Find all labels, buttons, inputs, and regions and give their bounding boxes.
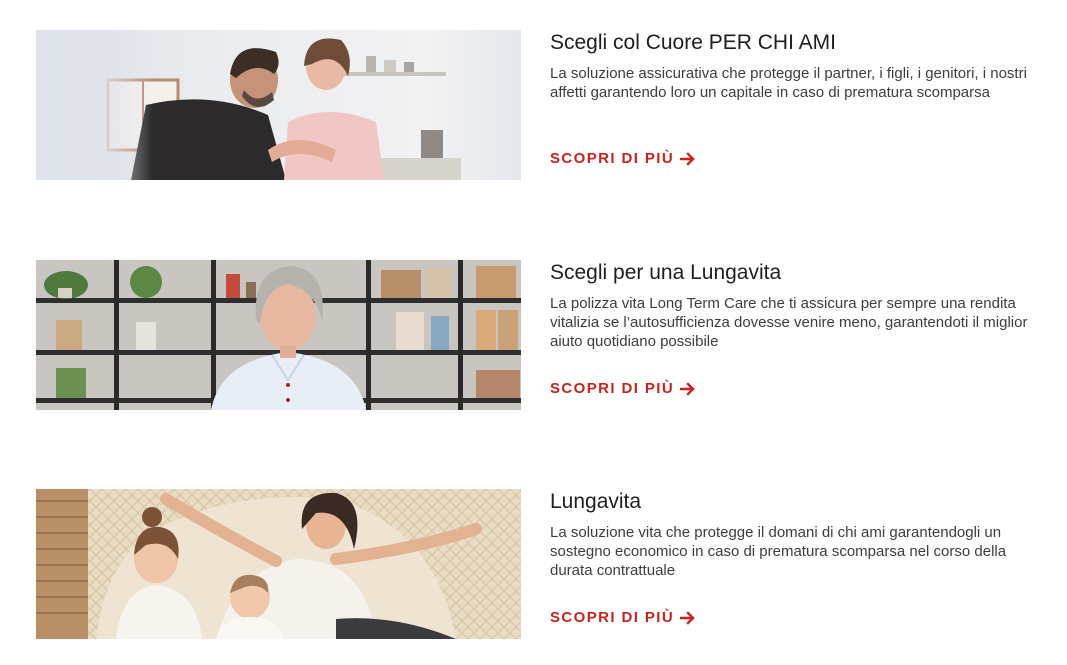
cta-label: SCOPRI DI PIÙ <box>550 150 675 167</box>
product-card-cuore: Scegli col Cuore PER CHI AMI La soluzion… <box>36 30 1046 180</box>
scopri-di-piu-link[interactable]: SCOPRI DI PIÙ <box>550 150 695 167</box>
cta-label: SCOPRI DI PIÙ <box>550 380 675 397</box>
arrow-right-icon <box>679 151 695 166</box>
card-text: Scegli col Cuore PER CHI AMI La soluzion… <box>550 30 1042 102</box>
card-text: Lungavita La soluzione vita che protegge… <box>550 489 1042 580</box>
arrow-right-icon <box>679 381 695 396</box>
scopri-di-piu-link[interactable]: SCOPRI DI PIÙ <box>550 380 695 397</box>
product-card-lungavita: Lungavita La soluzione vita che protegge… <box>36 489 1046 639</box>
cta-label: SCOPRI DI PIÙ <box>550 609 675 626</box>
product-list: Scegli col Cuore PER CHI AMI La soluzion… <box>0 0 1067 665</box>
product-card-lungavita-ltc: Scegli per una Lungavita La polizza vita… <box>36 260 1046 410</box>
card-title: Scegli col Cuore PER CHI AMI <box>550 31 836 54</box>
card-description: La polizza vita Long Term Care che ti as… <box>550 295 1028 350</box>
arrow-right-icon <box>679 610 695 625</box>
card-description: La soluzione vita che protegge il domani… <box>550 524 1007 579</box>
card-title: Scegli per una Lungavita <box>550 261 782 284</box>
card-text: Scegli per una Lungavita La polizza vita… <box>550 260 1042 351</box>
scopri-di-piu-link[interactable]: SCOPRI DI PIÙ <box>550 609 695 626</box>
senior-woman-photo[interactable] <box>36 260 521 410</box>
couple-kitchen-photo[interactable] <box>36 30 521 180</box>
mother-children-photo[interactable] <box>36 489 521 639</box>
card-description: La soluzione assicurativa che protegge i… <box>550 65 1027 101</box>
card-title: Lungavita <box>550 490 642 513</box>
